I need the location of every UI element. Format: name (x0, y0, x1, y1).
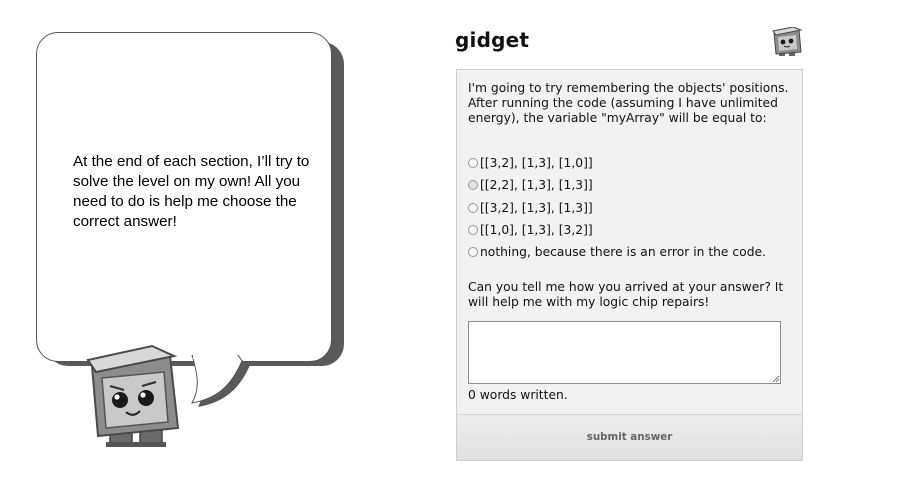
speech-bubble-text: At the end of each section, I’ll try to … (73, 153, 310, 230)
radio-button[interactable] (468, 203, 478, 213)
answer-option-2[interactable]: [[2,2], [1,3], [1,3]] (468, 177, 593, 193)
answer-option-1[interactable]: [[3,2], [1,3], [1,0]] (468, 155, 593, 171)
question-text: I'm going to try remembering the objects… (468, 81, 789, 125)
speech-bubble-tail (191, 355, 250, 407)
resize-grip-icon[interactable] (771, 374, 780, 383)
answer-option-label: [[1,0], [1,3], [3,2]] (480, 223, 593, 237)
radio-button[interactable] (468, 180, 478, 190)
answer-option-5[interactable]: nothing, because there is an error in th… (468, 244, 766, 260)
radio-button[interactable] (468, 247, 478, 257)
answer-option-label: [[3,2], [1,3], [1,3]] (480, 201, 593, 215)
answer-option-label: [[3,2], [1,3], [1,0]] (480, 156, 593, 170)
quiz-panel (456, 69, 803, 461)
gidget-robot-icon (86, 344, 180, 447)
submit-answer-button[interactable]: submit answer (456, 414, 803, 461)
answer-option-4[interactable]: [[1,0], [1,3], [3,2]] (468, 222, 593, 238)
answer-option-label: nothing, because there is an error in th… (480, 245, 766, 259)
gidget-face-icon (772, 27, 803, 56)
page-title: gidget (455, 28, 530, 52)
radio-button[interactable] (468, 158, 478, 168)
word-count: 0 words written. (468, 388, 568, 402)
answer-option-3[interactable]: [[3,2], [1,3], [1,3]] (468, 200, 593, 216)
explanation-prompt: Can you tell me how you arrived at your … (468, 280, 784, 309)
answer-option-label: [[2,2], [1,3], [1,3]] (480, 178, 593, 192)
explanation-textarea[interactable] (468, 321, 781, 384)
radio-button[interactable] (468, 225, 478, 235)
